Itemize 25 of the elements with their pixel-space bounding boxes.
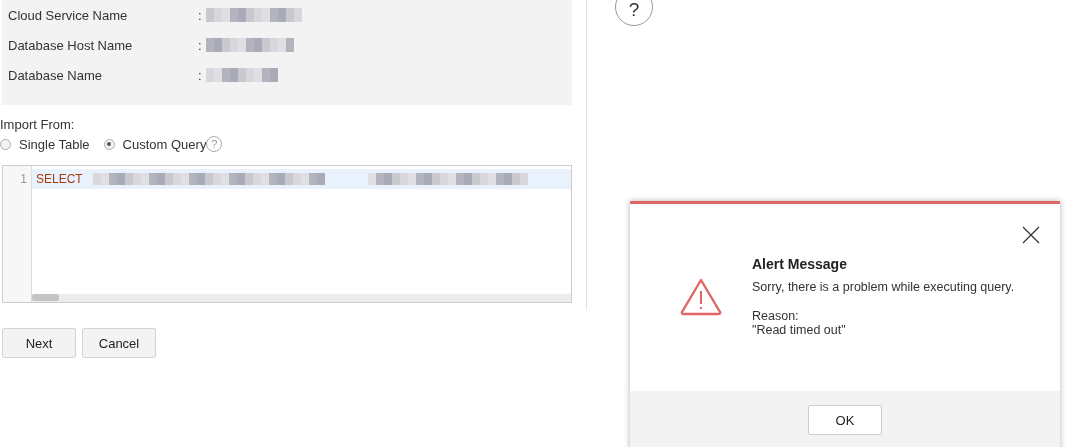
form-button[interactable]: Next — [2, 328, 76, 358]
ok-button[interactable]: OK — [808, 405, 882, 435]
warning-icon — [680, 278, 722, 316]
reason-label: Reason: — [752, 309, 800, 323]
radio-icon[interactable] — [103, 138, 115, 150]
field-separator: : — [198, 37, 202, 53]
field-label: Database Host Name — [8, 37, 134, 53]
reason-text: "Read timed out" — [752, 323, 847, 337]
field-separator: : — [198, 7, 202, 23]
radio-icon[interactable] — [0, 138, 11, 150]
query-editor[interactable]: 1 SELECT — [2, 165, 572, 303]
radio-option[interactable]: Custom Query — [103, 136, 207, 152]
field-separator: : — [198, 67, 202, 83]
horizontal-scrollbar[interactable] — [32, 294, 571, 302]
scrollbar-thumb[interactable] — [32, 294, 59, 301]
sql-keyword: SELECT — [36, 172, 83, 186]
field-label: Cloud Service Name — [8, 7, 129, 23]
close-icon[interactable] — [1022, 226, 1040, 244]
field-label: Database Name — [8, 67, 103, 83]
radio-option[interactable]: Single Table — [0, 136, 90, 152]
dialog-title: Alert Message — [752, 256, 848, 272]
line-number: 1 — [20, 171, 27, 187]
dialog-message: Sorry, there is a problem while executing query. — [752, 280, 1015, 294]
form-button[interactable]: Cancel — [82, 328, 156, 358]
import-from-label: Import From: — [0, 117, 76, 132]
